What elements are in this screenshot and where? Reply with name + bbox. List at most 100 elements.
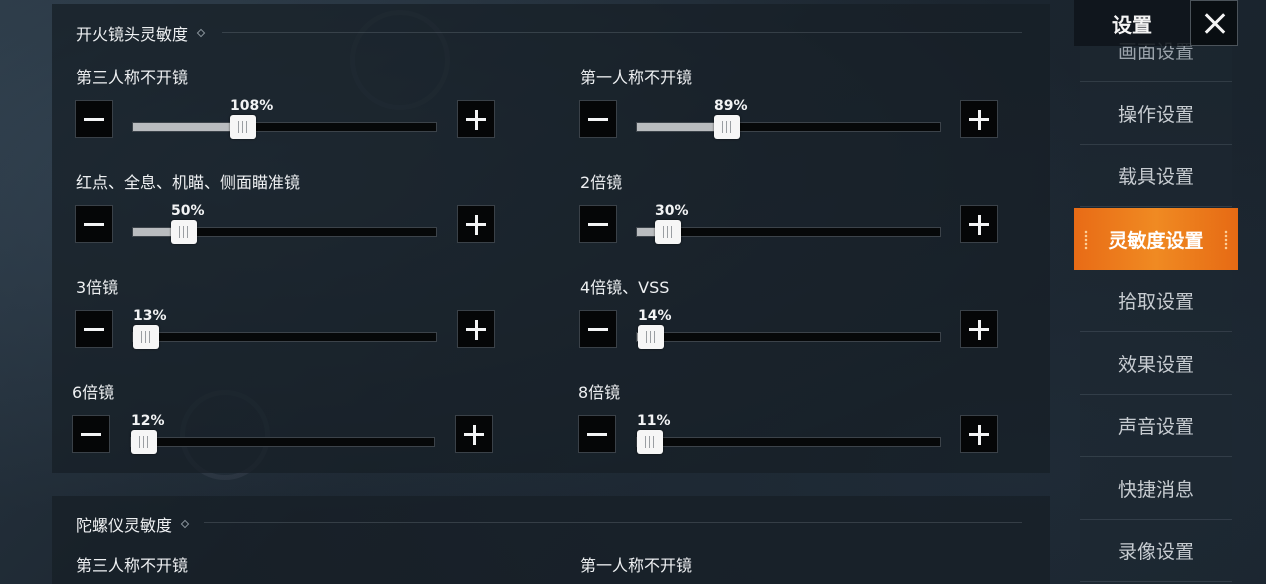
slider-thumb[interactable] bbox=[638, 325, 664, 349]
section-divider bbox=[222, 32, 1022, 33]
plus-icon-vertical bbox=[474, 215, 478, 235]
minus-icon bbox=[84, 223, 104, 226]
settings-title-text: 设置 bbox=[1112, 12, 1152, 37]
slider-thumb[interactable] bbox=[131, 430, 157, 454]
grip-line bbox=[645, 436, 646, 448]
menu-item-audio[interactable]: 声音设置 bbox=[1080, 395, 1232, 457]
grip-line bbox=[183, 226, 184, 238]
grip-line bbox=[145, 331, 146, 343]
grip-line bbox=[654, 331, 655, 343]
decrease-8x-scope-button[interactable] bbox=[578, 415, 616, 453]
slider-value-text: 89% bbox=[714, 98, 748, 114]
grip-line bbox=[246, 121, 247, 133]
settings-screen: 开火镜头灵敏度 第三人称不开镜 108% 第一人称不开镜 89% 红点、全息、机… bbox=[0, 0, 1266, 584]
menu-item-label: 录像设置 bbox=[1117, 541, 1194, 563]
increase-3x-scope-button[interactable] bbox=[457, 310, 495, 348]
increase-4x-scope-vss-button[interactable] bbox=[960, 310, 998, 348]
slider-label-6x-scope: 6倍镜 bbox=[72, 383, 115, 402]
slider-thumb[interactable] bbox=[133, 325, 159, 349]
section-title-text: 开火镜头灵敏度 bbox=[76, 25, 189, 44]
slider-value-text: 12% bbox=[131, 413, 165, 429]
decrease-4x-scope-vss-button[interactable] bbox=[579, 310, 617, 348]
slider-label-4x-scope-vss: 4倍镜、VSS bbox=[580, 278, 670, 297]
grip-line bbox=[141, 331, 142, 343]
slider-fill bbox=[133, 123, 243, 131]
grip-line bbox=[653, 436, 654, 448]
slider-track[interactable] bbox=[132, 220, 437, 244]
menu-item-vehicle[interactable]: 载具设置 bbox=[1080, 145, 1232, 207]
menu-item-sensitivity[interactable]: 灵敏度设置 bbox=[1074, 208, 1238, 270]
menu-item-quick-chat[interactable]: 快捷消息 bbox=[1080, 458, 1232, 520]
increase-2x-scope-button[interactable] bbox=[960, 205, 998, 243]
menu-item-label: 声音设置 bbox=[1117, 416, 1194, 438]
minus-icon bbox=[84, 118, 104, 121]
decrease-3x-scope-button[interactable] bbox=[75, 310, 113, 348]
increase-red-dot-holo-button[interactable] bbox=[457, 205, 495, 243]
plus-icon-vertical bbox=[472, 425, 476, 445]
fire-camera-sensitivity-panel: 开火镜头灵敏度 第三人称不开镜 108% 第一人称不开镜 89% 红点、全息、机… bbox=[52, 4, 1050, 473]
menu-item-controls[interactable]: 操作设置 bbox=[1080, 83, 1232, 145]
minus-icon bbox=[84, 328, 104, 331]
increase-first-person-no-scope-button[interactable] bbox=[960, 100, 998, 138]
diamond-icon bbox=[196, 28, 206, 38]
menu-item-label: 载具设置 bbox=[1117, 166, 1194, 188]
decrease-first-person-no-scope-button[interactable] bbox=[579, 100, 617, 138]
decrease-third-person-no-scope-button[interactable] bbox=[75, 100, 113, 138]
plus-icon-vertical bbox=[474, 320, 478, 340]
slider-label-8x-scope: 8倍镜 bbox=[578, 383, 621, 402]
slider-value-text: 13% bbox=[133, 308, 167, 324]
decrease-red-dot-holo-button[interactable] bbox=[75, 205, 113, 243]
slider-track[interactable] bbox=[132, 325, 437, 349]
section-title-text: 陀螺仪灵敏度 bbox=[76, 516, 173, 535]
grip-line bbox=[179, 226, 180, 238]
increase-8x-scope-button[interactable] bbox=[960, 415, 998, 453]
slider-label-2x-scope: 2倍镜 bbox=[580, 173, 623, 192]
slider-label-first-person-no-scope: 第一人称不开镜 bbox=[580, 68, 693, 87]
slider-label-gyro-first-person: 第一人称不开镜 bbox=[580, 556, 693, 575]
grip-line bbox=[730, 121, 731, 133]
decrease-2x-scope-button[interactable] bbox=[579, 205, 617, 243]
slider-thumb[interactable] bbox=[714, 115, 740, 139]
slider-thumb[interactable] bbox=[637, 430, 663, 454]
section-divider bbox=[204, 522, 1022, 523]
slider-label-gyro-third-person: 第三人称不开镜 bbox=[76, 556, 189, 575]
grip-line bbox=[242, 121, 243, 133]
menu-item-replay[interactable]: 录像设置 bbox=[1080, 520, 1232, 582]
menu-item-pickup[interactable]: 拾取设置 bbox=[1080, 270, 1232, 332]
grip-line bbox=[147, 436, 148, 448]
section-title: 开火镜头灵敏度 bbox=[76, 21, 206, 45]
grip-line bbox=[722, 121, 723, 133]
decor-dots bbox=[1224, 230, 1228, 250]
settings-title: 设置 bbox=[1074, 0, 1190, 46]
decor-dots bbox=[1084, 230, 1088, 250]
minus-icon bbox=[588, 328, 608, 331]
increase-third-person-no-scope-button[interactable] bbox=[457, 100, 495, 138]
menu-item-label: 灵敏度设置 bbox=[1108, 229, 1204, 252]
gyroscope-sensitivity-panel: 陀螺仪灵敏度 第三人称不开镜 第一人称不开镜 bbox=[52, 496, 1050, 584]
slider-track[interactable] bbox=[636, 220, 941, 244]
slider-track[interactable] bbox=[636, 325, 941, 349]
menu-item-label: 操作设置 bbox=[1117, 104, 1194, 126]
grip-line bbox=[646, 331, 647, 343]
grip-line bbox=[667, 226, 668, 238]
grip-line bbox=[143, 436, 144, 448]
close-button[interactable] bbox=[1190, 0, 1238, 46]
slider-track[interactable] bbox=[130, 430, 435, 454]
menu-item-effects[interactable]: 效果设置 bbox=[1080, 333, 1232, 395]
decrease-6x-scope-button[interactable] bbox=[72, 415, 110, 453]
slider-label-third-person-no-scope: 第三人称不开镜 bbox=[76, 68, 189, 87]
slider-thumb[interactable] bbox=[171, 220, 197, 244]
slider-label-red-dot-holo: 红点、全息、机瞄、侧面瞄准镜 bbox=[76, 173, 301, 192]
section-title: 陀螺仪灵敏度 bbox=[76, 512, 190, 536]
increase-6x-scope-button[interactable] bbox=[455, 415, 493, 453]
plus-icon-vertical bbox=[977, 110, 981, 130]
slider-thumb[interactable] bbox=[655, 220, 681, 244]
slider-thumb[interactable] bbox=[230, 115, 256, 139]
slider-value-text: 108% bbox=[230, 98, 274, 114]
slider-track[interactable] bbox=[636, 430, 941, 454]
slider-track[interactable] bbox=[636, 115, 941, 139]
slider-track[interactable] bbox=[132, 115, 437, 139]
grip-line bbox=[650, 331, 651, 343]
plus-icon-vertical bbox=[474, 110, 478, 130]
grip-line bbox=[187, 226, 188, 238]
